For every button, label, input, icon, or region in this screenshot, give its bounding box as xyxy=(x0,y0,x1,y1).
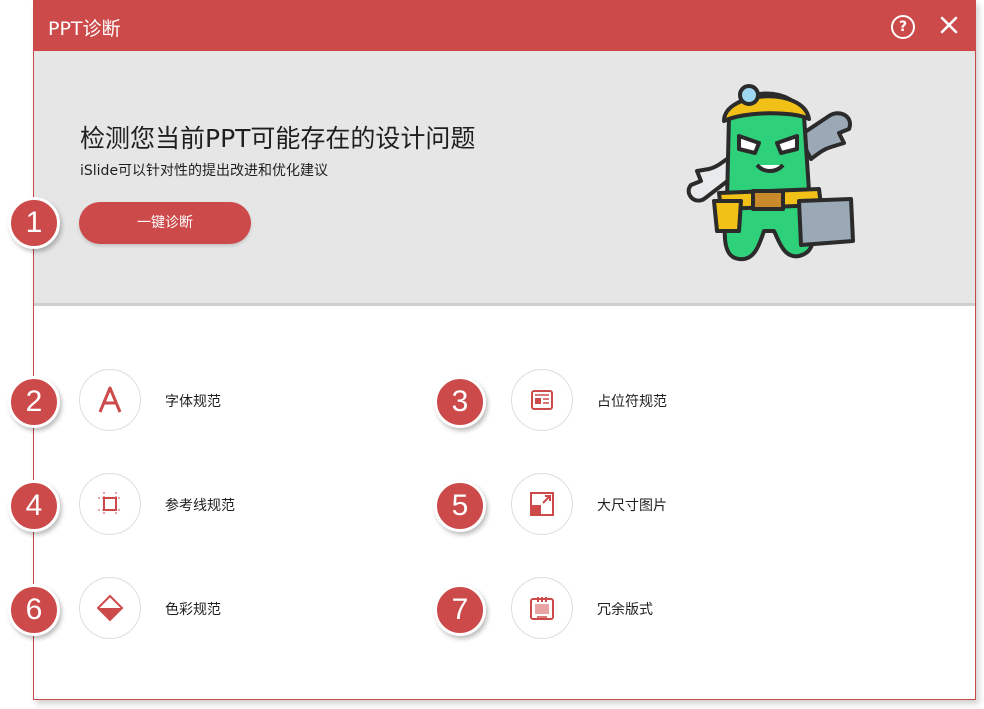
item-redundant-layout[interactable]: 冗余版式 xyxy=(511,577,811,641)
item-label: 大尺寸图片 xyxy=(597,498,667,514)
item-label: 冗余版式 xyxy=(597,602,653,618)
callout-badge-5: 5 xyxy=(434,480,486,532)
redundant-layout-icon xyxy=(530,597,554,620)
item-label: 参考线规范 xyxy=(165,498,235,514)
large-image-icon xyxy=(530,492,554,516)
help-icon[interactable]: ? xyxy=(891,15,915,39)
banner-subline: iSlide可以针对性的提出改进和优化建议 xyxy=(80,163,329,179)
title-bar: PPT诊断 ? xyxy=(34,1,975,51)
item-label: 占位符规范 xyxy=(597,394,667,410)
item-placeholder-standard[interactable]: 占位符规范 xyxy=(511,369,811,433)
callout-badge-4: 4 xyxy=(8,480,60,532)
repair-mascot-illustration xyxy=(686,84,855,262)
banner-headline: 检测您当前PPT可能存在的设计问题 xyxy=(80,124,476,153)
one-click-diagnose-button[interactable]: 一键诊断 xyxy=(79,202,251,244)
callout-badge-7: 7 xyxy=(434,584,486,636)
close-icon[interactable] xyxy=(937,13,961,37)
item-large-image[interactable]: 大尺寸图片 xyxy=(511,473,811,537)
item-label: 色彩规范 xyxy=(165,602,221,618)
placeholder-icon xyxy=(531,390,553,410)
font-a-icon xyxy=(98,386,122,413)
color-diamond-icon xyxy=(96,594,124,622)
item-font-standard[interactable]: 字体规范 xyxy=(79,369,379,433)
callout-badge-1: 1 xyxy=(8,197,60,249)
ppt-diagnosis-dialog: PPT诊断 ? 检测您当前PPT可能存在的设计问题 iSlide可以针对性的提出… xyxy=(33,0,976,700)
guides-icon xyxy=(98,492,122,516)
window-title: PPT诊断 xyxy=(48,18,121,40)
item-label: 字体规范 xyxy=(165,394,221,410)
callout-badge-3: 3 xyxy=(434,376,486,428)
item-guides-standard[interactable]: 参考线规范 xyxy=(79,473,379,537)
item-color-standard[interactable]: 色彩规范 xyxy=(79,577,379,641)
banner: 检测您当前PPT可能存在的设计问题 iSlide可以针对性的提出改进和优化建议 … xyxy=(34,51,975,306)
callout-badge-6: 6 xyxy=(8,584,60,636)
callout-badge-2: 2 xyxy=(8,376,60,428)
